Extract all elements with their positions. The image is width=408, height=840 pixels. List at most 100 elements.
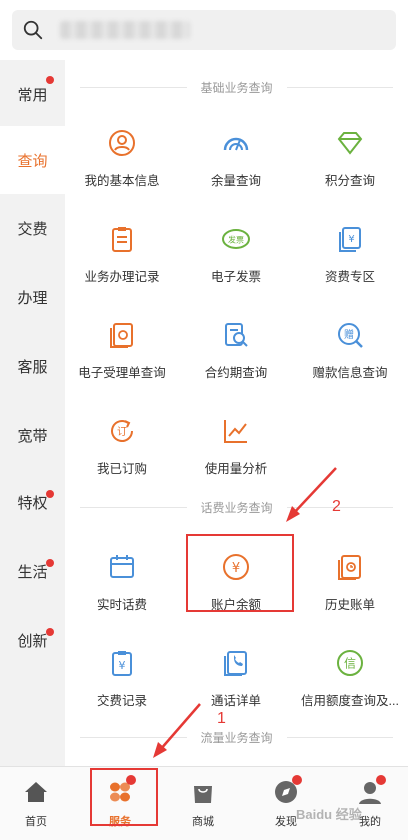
tile-payment-record[interactable]: ¥ 交费记录 bbox=[65, 644, 179, 724]
invoice-icon: 发票 bbox=[222, 229, 250, 249]
notification-dot bbox=[46, 559, 54, 567]
sidebar-item-service[interactable]: 客服 bbox=[0, 332, 65, 400]
notification-dot bbox=[46, 628, 54, 636]
tab-label: 我的 bbox=[359, 816, 381, 828]
annotation-label-1: 1 bbox=[217, 710, 226, 727]
tile-label: 历史账单 bbox=[324, 598, 375, 612]
tab-home[interactable]: 首页 bbox=[0, 767, 72, 840]
tile-usage-analysis[interactable]: 使用量分析 bbox=[179, 412, 293, 492]
history-bill-icon bbox=[338, 555, 361, 580]
sidebar-item-privilege[interactable]: 特权 bbox=[0, 468, 65, 536]
watermark: Baidu 经验 bbox=[296, 807, 362, 822]
calendar-icon bbox=[110, 555, 134, 578]
tile-basic-info[interactable]: 我的基本信息 bbox=[65, 124, 179, 204]
svg-text:¥: ¥ bbox=[348, 234, 354, 245]
sidebar-item-label: 创新 bbox=[17, 632, 48, 650]
tile-label: 通话详单 bbox=[210, 694, 261, 708]
svg-text:发票: 发票 bbox=[228, 235, 244, 245]
tile-label: 积分查询 bbox=[324, 174, 375, 188]
contract-search-icon bbox=[225, 323, 248, 347]
tab-label: 商城 bbox=[192, 816, 214, 828]
sidebar-item-label: 办理 bbox=[17, 289, 48, 307]
tile-e-receipt[interactable]: 电子受理单查询 bbox=[65, 316, 179, 396]
tile-history-bill[interactable]: 历史账单 bbox=[293, 548, 407, 628]
tile-label: 信用额度查询及... bbox=[301, 694, 399, 708]
notification-dot bbox=[292, 775, 302, 785]
clipboard-icon bbox=[112, 227, 132, 252]
section-title: 基础业务查询 bbox=[80, 77, 394, 97]
notification-dot bbox=[376, 775, 386, 785]
sidebar-item-pay[interactable]: 交费 bbox=[0, 194, 65, 262]
tile-contract-period[interactable]: 合约期查询 bbox=[179, 316, 293, 396]
tile-e-invoice[interactable]: 发票 电子发票 bbox=[179, 220, 293, 300]
sidebar-item-label: 常用 bbox=[17, 86, 48, 104]
tab-label: 首页 bbox=[25, 816, 47, 828]
sidebar-item-label: 生活 bbox=[17, 563, 48, 581]
tile-subscribed[interactable]: 订 我已订购 bbox=[65, 412, 179, 492]
tile-realtime-fee[interactable]: 实时话费 bbox=[65, 548, 179, 628]
tile-label: 合约期查询 bbox=[204, 366, 268, 380]
search-bar bbox=[0, 0, 408, 60]
tile-label: 使用量分析 bbox=[204, 462, 268, 476]
tile-points[interactable]: 积分查询 bbox=[293, 124, 407, 204]
tile-business-record[interactable]: 业务办理记录 bbox=[65, 220, 179, 300]
subscribed-icon: 订 bbox=[111, 420, 133, 442]
svg-text:信: 信 bbox=[344, 657, 356, 671]
tile-label: 我的基本信息 bbox=[84, 174, 160, 188]
notification-dot bbox=[46, 490, 54, 498]
credit-icon: 信 bbox=[337, 650, 363, 676]
tile-balance-remain[interactable]: 余量查询 bbox=[179, 124, 293, 204]
tab-label: 发现 bbox=[275, 816, 297, 828]
tile-call-detail[interactable]: 通话详单 bbox=[179, 644, 293, 724]
shop-bag-icon bbox=[194, 786, 212, 803]
tab-shop[interactable]: 商城 bbox=[167, 767, 239, 840]
sidebar-item-common[interactable]: 常用 bbox=[0, 60, 65, 128]
section-title-text: 话费业务查询 bbox=[200, 500, 273, 515]
sidebar-item-handle[interactable]: 办理 bbox=[0, 263, 65, 331]
tile-tariff-zone[interactable]: ¥ 资费专区 bbox=[293, 220, 407, 300]
sidebar-item-label: 交费 bbox=[17, 220, 48, 238]
notification-dot bbox=[46, 76, 54, 84]
search-placeholder bbox=[60, 21, 190, 39]
sidebar-item-label: 宽带 bbox=[17, 427, 48, 445]
tile-label: 我已订购 bbox=[96, 462, 147, 476]
home-icon bbox=[25, 782, 47, 802]
gauge-icon bbox=[223, 137, 249, 151]
tile-label: 赠款信息查询 bbox=[312, 366, 388, 380]
section-title-text: 流量业务查询 bbox=[200, 730, 273, 745]
svg-text:订: 订 bbox=[117, 426, 127, 438]
annotation-label-2: 2 bbox=[332, 498, 341, 515]
diamond-icon bbox=[337, 132, 363, 155]
sidebar-item-broadband[interactable]: 宽带 bbox=[0, 401, 65, 469]
tile-label: 电子受理单查询 bbox=[78, 366, 166, 380]
section-title: 话费业务查询 bbox=[80, 497, 394, 517]
receipt-icon bbox=[110, 323, 133, 348]
gift-search-icon: 赠 bbox=[338, 323, 363, 348]
bottom-tab-bar: 首页 服务 商城 发现 我的 bbox=[0, 766, 408, 840]
tile-label: 余量查询 bbox=[210, 174, 261, 188]
sidebar-item-query[interactable]: 查询 bbox=[0, 126, 65, 194]
tile-label: 业务办理记录 bbox=[84, 270, 160, 284]
svg-text:赠: 赠 bbox=[344, 328, 354, 341]
tariff-icon: ¥ bbox=[339, 227, 361, 252]
tile-label: 电子发票 bbox=[210, 270, 261, 284]
highlight-box-service-tab bbox=[90, 768, 158, 826]
sidebar-item-label: 查询 bbox=[17, 152, 48, 170]
main-content: 基础业务查询 我的基本信息 余量查询 积分查询 业务办理记录 发票 电子发票 ¥… bbox=[65, 60, 408, 766]
tile-label: 交费记录 bbox=[96, 694, 147, 708]
search-input[interactable] bbox=[12, 10, 396, 50]
sidebar-item-label: 特权 bbox=[17, 494, 48, 512]
tile-gift-info[interactable]: 赠 赠款信息查询 bbox=[293, 316, 407, 396]
tile-label: 实时话费 bbox=[96, 598, 147, 612]
payment-record-icon: ¥ bbox=[112, 651, 132, 676]
category-sidebar: 常用 查询 交费 办理 客服 宽带 特权 生活 创新 bbox=[0, 60, 65, 766]
section-title: 流量业务查询 bbox=[80, 727, 394, 747]
chart-icon bbox=[224, 420, 247, 443]
user-info-icon bbox=[109, 130, 135, 156]
sidebar-item-innovation[interactable]: 创新 bbox=[0, 606, 65, 674]
sidebar-item-label: 客服 bbox=[17, 358, 48, 376]
sidebar-item-life[interactable]: 生活 bbox=[0, 537, 65, 605]
tile-label: 资费专区 bbox=[324, 270, 375, 284]
tile-credit-limit[interactable]: 信 信用额度查询及... bbox=[293, 644, 407, 724]
svg-text:¥: ¥ bbox=[119, 659, 126, 672]
